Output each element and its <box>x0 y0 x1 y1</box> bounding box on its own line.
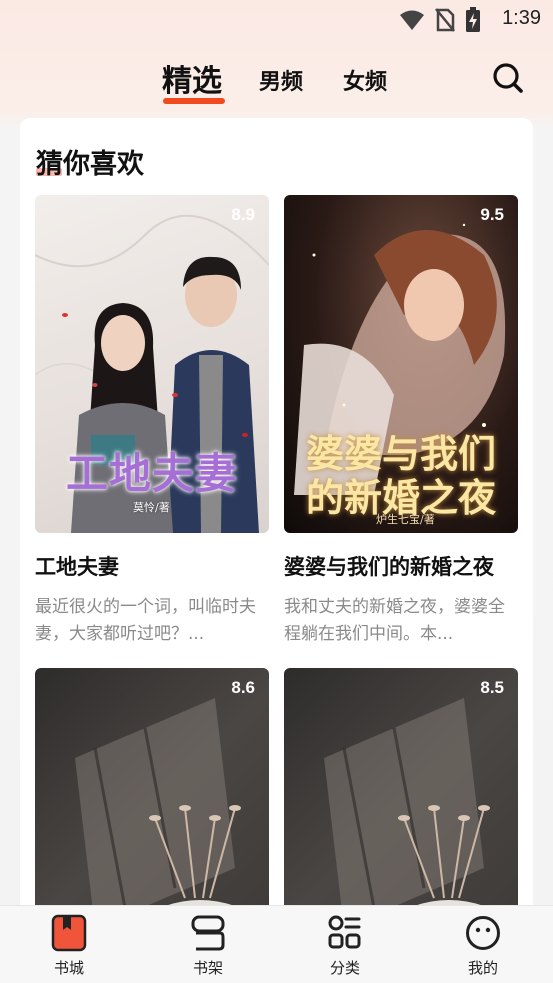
section-title: 猜你喜欢 <box>36 149 144 180</box>
nav-item-bookshelf[interactable]: 书架 <box>168 914 248 978</box>
book-score: 8.6 <box>231 678 255 697</box>
nav-item-bookstore[interactable]: 书城 <box>29 914 109 978</box>
book-score: 8.9 <box>231 205 255 224</box>
book-title: 工地夫妻 <box>35 555 119 579</box>
wifi-icon <box>399 9 425 35</box>
search-button[interactable] <box>490 60 526 96</box>
status-time: 1:39 <box>502 7 541 29</box>
profile-icon <box>466 916 500 950</box>
tab-active-indicator <box>163 98 225 104</box>
book-card[interactable]: 8.6 <box>35 668 269 918</box>
no-sim-icon <box>435 8 455 36</box>
bottom-nav: 书城 书架 分类 我的 <box>0 905 553 983</box>
book-score: 9.5 <box>480 205 504 224</box>
cover-illustration <box>75 698 241 918</box>
battery-charging-icon <box>465 7 481 37</box>
nav-label: 我的 <box>467 959 498 977</box>
nav-item-profile[interactable]: 我的 <box>443 914 523 978</box>
category-icon <box>328 915 361 949</box>
book-description: 我和丈夫的新婚之夜，婆婆全程躺在我们中间。本... <box>284 597 505 644</box>
nav-label: 书架 <box>192 959 223 977</box>
cover-illustration <box>324 698 490 918</box>
book-description: 最近很火的一个词，叫临时夫妻，大家都听过吧？... <box>35 597 256 644</box>
book-cover: 婆婆与我们 的新婚之夜 炉生七宝/著 9.5 <box>284 195 518 533</box>
recommendation-card: 猜你喜欢 工地夫妻 莫怜/著 8.9 工地夫妻 最近很火的一个词，叫临时夫妻，大… <box>20 118 533 918</box>
nav-label: 书城 <box>53 959 84 977</box>
tab-female[interactable]: 女频 <box>343 64 387 96</box>
tab-male[interactable]: 男频 <box>259 64 303 96</box>
book-score: 8.5 <box>480 678 504 697</box>
search-icon <box>493 63 523 93</box>
bookshelf-icon <box>191 915 225 951</box>
book-cover: 8.6 <box>35 668 269 918</box>
cover-author: 莫怜/著 <box>133 501 170 514</box>
book-cover: 工地夫妻 莫怜/著 8.9 <box>35 195 269 533</box>
book-card[interactable]: 工地夫妻 莫怜/著 8.9 工地夫妻 最近很火的一个词，叫临时夫妻，大家都听过吧… <box>35 195 269 648</box>
bookstore-icon <box>51 914 87 952</box>
cover-title: 工地夫妻 <box>65 449 238 498</box>
nav-label: 分类 <box>329 959 360 977</box>
status-bar: 1:39 <box>0 0 553 38</box>
status-icons <box>399 7 481 37</box>
tab-featured[interactable]: 精选 <box>162 56 222 100</box>
book-title: 婆婆与我们的新婚之夜 <box>284 555 494 579</box>
top-tabs: 精选 男频 女频 <box>0 52 553 108</box>
cover-author: 炉生七宝/著 <box>376 513 435 526</box>
book-cover: 8.5 <box>284 668 518 918</box>
nav-item-category[interactable]: 分类 <box>305 914 385 978</box>
book-card[interactable]: 婆婆与我们 的新婚之夜 炉生七宝/著 9.5 婆婆与我们的新婚之夜 我和丈夫的新… <box>284 195 518 648</box>
book-card[interactable]: 8.5 <box>284 668 518 918</box>
